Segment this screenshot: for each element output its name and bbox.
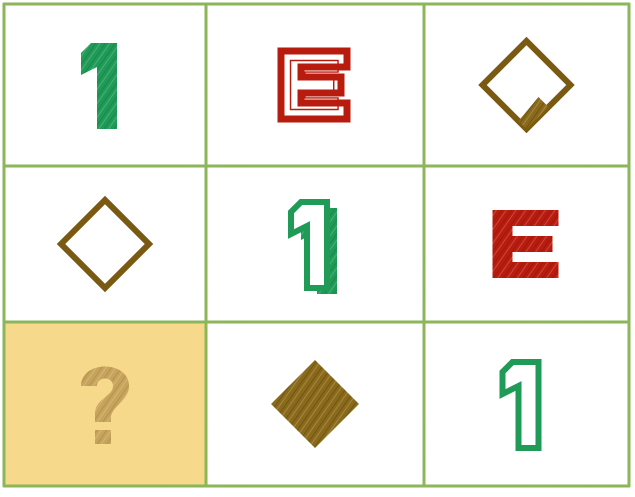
- puzzle-cell: [288, 199, 337, 294]
- answer-cell[interactable]: [4, 322, 206, 486]
- puzzle-board: [0, 0, 635, 497]
- puzzle-cell: [499, 359, 542, 451]
- puzzle-grid: [2, 2, 631, 488]
- puzzle-cell: [271, 360, 359, 448]
- cell-symbol: [492, 210, 559, 278]
- letter-e-shape: [492, 210, 559, 278]
- puzzle-cell: [56, 195, 154, 293]
- cell-symbol: [277, 47, 351, 123]
- puzzle-cell: [277, 47, 351, 123]
- puzzle-cell: [492, 210, 559, 278]
- puzzle-cell: [478, 36, 575, 134]
- puzzle-cell: [81, 43, 117, 129]
